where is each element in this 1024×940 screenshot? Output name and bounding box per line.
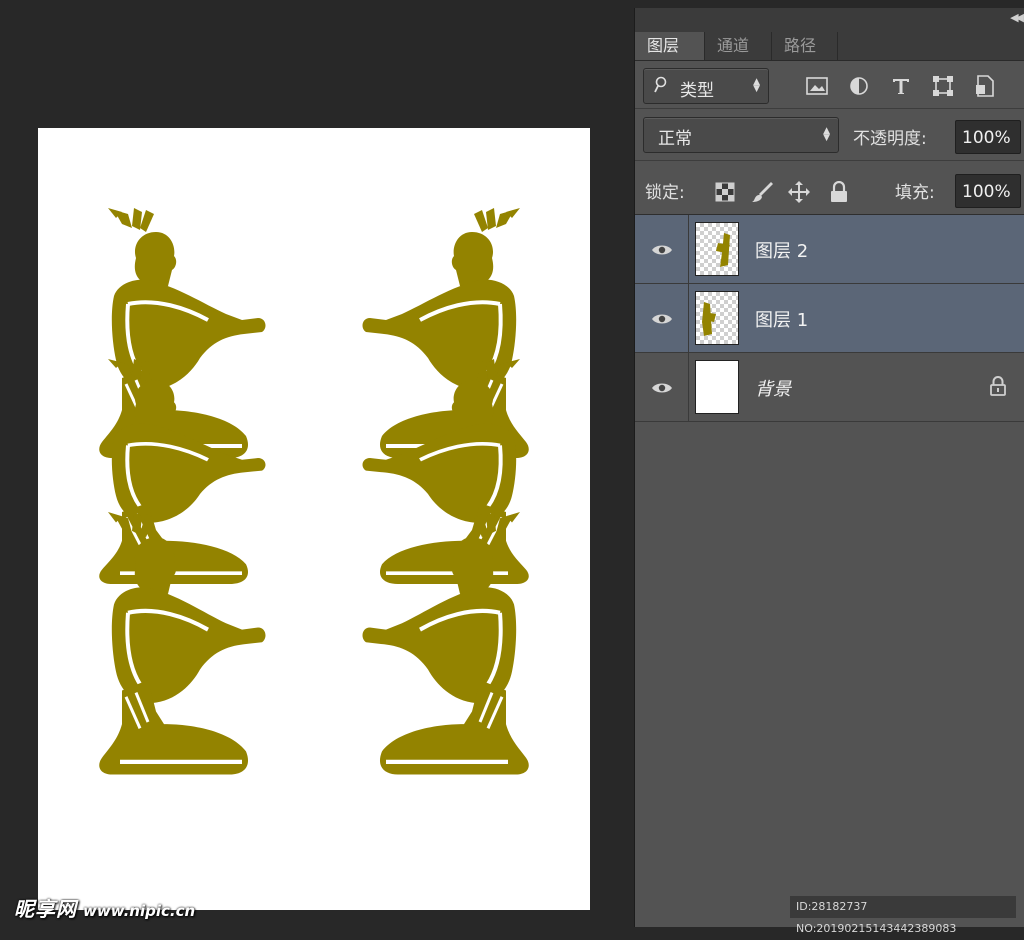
- layer-row-1[interactable]: 图层 1: [635, 284, 1024, 353]
- lock-brush-icon[interactable]: [751, 180, 775, 204]
- updown-arrows-icon: ▲ ▼: [823, 126, 830, 143]
- layer-filter-select[interactable]: 类型 ▲ ▼: [643, 68, 769, 104]
- layer-filter-label: 类型: [680, 81, 714, 101]
- artwork: [38, 206, 590, 910]
- blend-opacity-row: 正常 ▲ ▼ 不透明度: 100%: [635, 110, 1024, 161]
- blend-mode-select[interactable]: 正常 ▲ ▼: [643, 117, 839, 153]
- layers-panel: ◀◀ 图层 通道 路径 类型 ▲ ▼ 正常 ▲ ▼ 不透明度: 100% 锁定:…: [634, 8, 1024, 927]
- layer-filter-row: 类型 ▲ ▼: [635, 64, 1024, 109]
- image-id-label: ID:28182737 NO:20190215143442389083: [790, 896, 1016, 935]
- updown-arrows-icon: ▲ ▼: [753, 77, 760, 94]
- layer-thumbnail: [695, 222, 739, 276]
- search-icon: [654, 76, 667, 93]
- fill-label: 填充:: [895, 183, 935, 203]
- watermark-url: www.nipic.cn: [83, 902, 196, 920]
- visibility-toggle[interactable]: [635, 353, 689, 422]
- smart-object-filter-icon[interactable]: [971, 72, 999, 100]
- shape-filter-icon[interactable]: [929, 72, 957, 100]
- watermark-brand: 昵享网: [14, 897, 77, 921]
- layer-name: 背景: [755, 379, 791, 400]
- lock-all-icon[interactable]: [827, 180, 851, 204]
- collapse-panel-icon[interactable]: ◀◀: [1010, 11, 1024, 24]
- layer-name: 图层 1: [755, 310, 809, 331]
- layer-thumbnail: [695, 360, 739, 414]
- document-workspace: [0, 0, 633, 927]
- lock-fill-row: 锁定: 填充: 100%: [635, 164, 1024, 215]
- visibility-toggle[interactable]: [635, 284, 689, 353]
- layer-lock-icon: [989, 376, 1007, 400]
- layer-row-2[interactable]: 图层 2: [635, 215, 1024, 284]
- opacity-input[interactable]: 100%: [955, 120, 1021, 154]
- image-filter-icon[interactable]: [803, 72, 831, 100]
- tab-channels[interactable]: 通道: [705, 32, 772, 60]
- eye-icon: [651, 314, 672, 323]
- document-canvas[interactable]: [38, 128, 590, 910]
- layer-thumbnail: [695, 291, 739, 345]
- blend-mode-value: 正常: [658, 129, 692, 149]
- lock-label: 锁定:: [645, 183, 685, 203]
- fill-input[interactable]: 100%: [955, 174, 1021, 208]
- visibility-toggle[interactable]: [635, 215, 689, 284]
- adjustment-filter-icon[interactable]: [845, 72, 873, 100]
- lock-transparent-icon[interactable]: [713, 180, 737, 204]
- panel-header: ◀◀: [635, 8, 1024, 32]
- eye-icon: [651, 383, 672, 392]
- layers-list: 图层 2 图层 1 背景: [635, 215, 1024, 422]
- tab-paths[interactable]: 路径: [772, 32, 838, 60]
- layer-name: 图层 2: [755, 241, 809, 262]
- opacity-label: 不透明度:: [853, 129, 927, 149]
- lock-move-icon[interactable]: [787, 180, 811, 204]
- panel-tabs: 图层 通道 路径: [635, 32, 1024, 61]
- watermark: 昵享网 www.nipic.cn: [14, 893, 195, 922]
- tab-layers[interactable]: 图层: [635, 32, 705, 60]
- layer-row-background[interactable]: 背景: [635, 353, 1024, 422]
- type-filter-icon[interactable]: [887, 72, 915, 100]
- eye-icon: [651, 245, 672, 254]
